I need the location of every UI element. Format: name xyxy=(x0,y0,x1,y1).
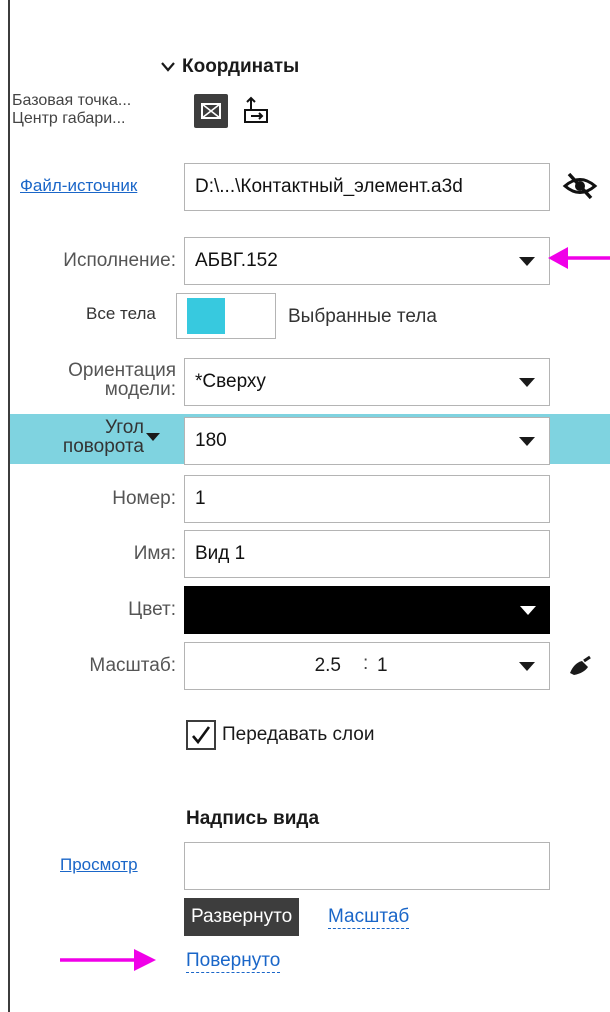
orientation-label: Ориентация модели: xyxy=(12,361,176,399)
chevron-down-icon xyxy=(519,437,535,446)
execution-label: Исполнение: xyxy=(63,250,176,271)
preview-link[interactable]: Просмотр xyxy=(60,855,138,875)
scale-denominator[interactable]: 1 xyxy=(377,655,388,677)
all-bodies-label: Все тела xyxy=(86,304,156,323)
chevron-down-icon xyxy=(520,606,536,615)
rotation-label-line2: поворота xyxy=(62,436,144,457)
color-label: Цвет: xyxy=(128,599,176,620)
rotation-label[interactable]: Угол поворота xyxy=(14,418,144,456)
base-point-line2: Центр габари... xyxy=(12,110,126,127)
base-point-label: Базовая точка... Центр габари... xyxy=(12,92,188,128)
source-file-field[interactable]: D:\...\Контактный_элемент.a3d xyxy=(184,163,550,211)
source-file-value: D:\...\Контактный_элемент.a3d xyxy=(195,176,463,197)
scale-separator: : xyxy=(363,653,369,674)
pink-arrow-right-icon xyxy=(60,949,156,971)
pink-arrow-left-icon xyxy=(548,247,610,269)
source-file-link[interactable]: Файл-источник xyxy=(20,176,137,196)
base-point-center-button[interactable] xyxy=(194,94,228,128)
panel-left-border xyxy=(8,0,10,1012)
chevron-down-icon xyxy=(519,378,535,387)
section-header-coordinates[interactable]: Координаты xyxy=(160,56,299,78)
bodies-toggle-knob xyxy=(187,298,225,334)
base-point-move-button[interactable] xyxy=(240,96,272,128)
orientation-value: *Сверху xyxy=(195,371,266,392)
move-base-point-icon xyxy=(244,96,268,123)
rotated-caption-link[interactable]: Повернуто xyxy=(186,950,281,973)
number-value: 1 xyxy=(195,488,206,509)
scale-label: Масштаб: xyxy=(89,655,176,676)
chevron-down-icon xyxy=(519,662,535,671)
name-input[interactable]: Вид 1 xyxy=(184,530,550,578)
eye-crossed-icon xyxy=(562,172,598,200)
bounding-box-center-icon xyxy=(201,103,221,119)
scale-numerator[interactable]: 2.5 xyxy=(315,655,341,677)
name-label: Имя: xyxy=(133,543,176,564)
scale-pick-button[interactable] xyxy=(566,655,594,679)
visibility-toggle-button[interactable] xyxy=(562,170,598,202)
base-point-line1: Базовая точка... xyxy=(12,92,132,109)
orientation-select[interactable]: *Сверху xyxy=(184,358,550,406)
chevron-down-icon xyxy=(519,257,535,266)
transfer-layers-checkbox[interactable] xyxy=(186,720,216,750)
number-input[interactable]: 1 xyxy=(184,475,550,523)
rotation-label-dropdown-icon[interactable] xyxy=(146,433,160,441)
checkmark-icon xyxy=(192,726,211,745)
paint-brush-icon xyxy=(570,655,591,675)
rotation-select[interactable]: 180 xyxy=(184,417,550,465)
preview-field[interactable] xyxy=(184,842,550,890)
rotation-label-line1: Угол xyxy=(105,417,144,438)
orientation-label-line2: модели: xyxy=(104,379,176,400)
number-label: Номер: xyxy=(112,488,176,509)
expanded-tag[interactable]: Развернуто xyxy=(184,898,300,936)
rotation-value: 180 xyxy=(195,430,227,451)
view-caption-title: Надпись вида xyxy=(186,808,320,829)
orientation-label-line1: Ориентация xyxy=(68,360,176,381)
selected-bodies-label: Выбранные тела xyxy=(288,306,437,327)
scale-field[interactable]: 2.5 : 1 xyxy=(184,642,550,690)
bodies-toggle[interactable] xyxy=(176,293,276,339)
execution-value: АБВГ.152 xyxy=(195,250,278,271)
section-title: Координаты xyxy=(182,56,300,77)
expanded-tag-label: Развернуто xyxy=(191,906,293,927)
transfer-layers-label: Передавать слои xyxy=(222,724,375,745)
scale-caption-link[interactable]: Масштаб xyxy=(328,906,410,929)
chevron-down-icon xyxy=(161,62,175,72)
color-select[interactable] xyxy=(184,586,550,634)
name-value: Вид 1 xyxy=(195,543,246,564)
execution-select[interactable]: АБВГ.152 xyxy=(184,237,550,285)
